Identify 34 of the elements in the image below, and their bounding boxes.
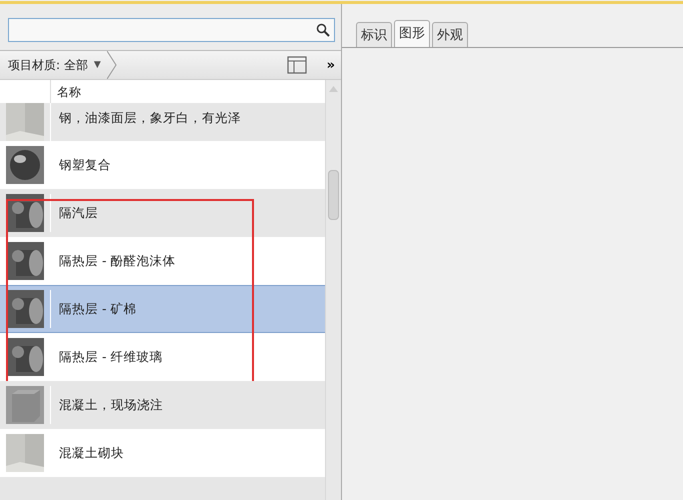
scroll-up-icon[interactable] xyxy=(329,86,338,92)
material-name: 钢，油漆面层，象牙白，有光泽 xyxy=(58,109,241,127)
scrollbar[interactable] xyxy=(325,80,341,500)
expand-button[interactable]: » xyxy=(326,58,335,72)
tab[interactable]: 外观 xyxy=(432,22,468,47)
material-name: 隔汽层 xyxy=(58,204,98,222)
column-header[interactable]: 名称 xyxy=(51,80,87,103)
material-name: 钢塑复合 xyxy=(58,156,111,174)
search-icon xyxy=(316,23,330,37)
material-row[interactable]: 隔热层 - 矿棉 xyxy=(0,285,325,333)
material-name: 隔热层 - 纤维玻璃 xyxy=(58,348,162,366)
tab[interactable]: 图形 xyxy=(394,20,430,47)
panel-layout-icon[interactable] xyxy=(286,56,307,74)
cube-thumbnail-icon xyxy=(6,386,44,424)
material-filter-dropdown[interactable]: 项目材质: 全部 ▼ xyxy=(8,51,117,79)
material-name: 隔热层 - 酚醛泡沫体 xyxy=(58,252,176,270)
material-row[interactable]: 隔热层 - 酚醛泡沫体 xyxy=(0,237,325,285)
material-name: 隔热层 - 矿棉 xyxy=(58,300,136,318)
sphere-thumbnail-icon xyxy=(6,146,44,184)
cylinder-thumbnail-icon xyxy=(6,194,44,232)
panel-thumbnail-icon xyxy=(6,103,44,141)
material-row[interactable]: 混凝土砌块 xyxy=(0,429,325,477)
tab[interactable]: 标识 xyxy=(356,22,392,47)
cylinder-thumbnail-icon xyxy=(6,242,44,280)
material-row[interactable]: 隔热层 - 纤维玻璃 xyxy=(0,333,325,381)
material-name: 混凝土，现场浇注 xyxy=(58,396,163,414)
chevron-icon xyxy=(106,51,117,79)
cylinder-thumbnail-icon xyxy=(6,338,44,376)
material-row[interactable]: 钢塑复合 xyxy=(0,141,325,189)
search-field[interactable] xyxy=(8,18,335,42)
scrollbar-thumb[interactable] xyxy=(328,170,339,220)
material-name: 混凝土砌块 xyxy=(58,444,124,462)
panel-thumbnail-icon xyxy=(6,434,44,472)
cylinder-thumbnail-icon xyxy=(6,290,44,328)
